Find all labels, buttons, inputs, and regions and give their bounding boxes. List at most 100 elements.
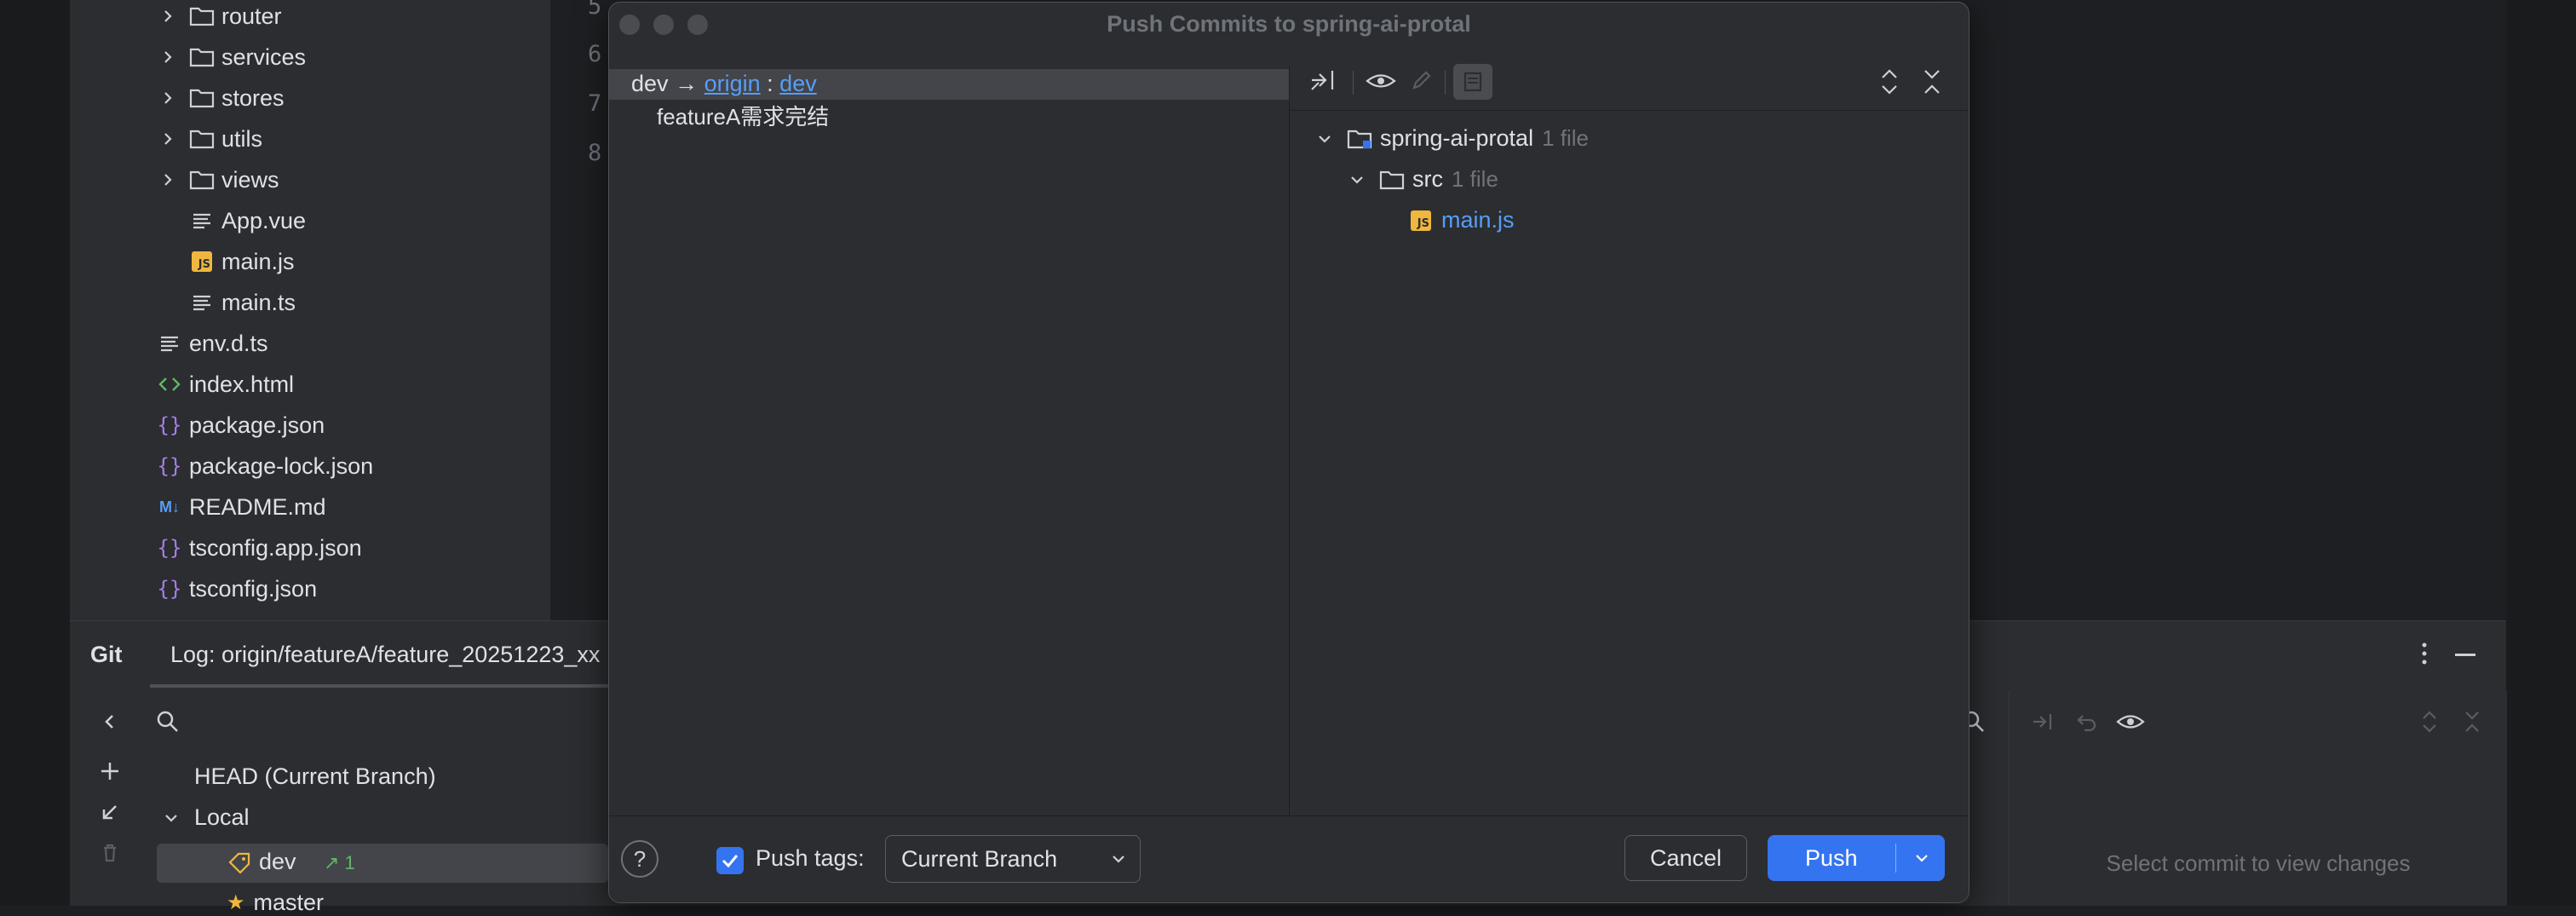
project-tree-item[interactable]: router — [158, 0, 282, 37]
help-button[interactable]: ? — [621, 840, 658, 878]
compare-icon[interactable] — [1308, 66, 1339, 95]
project-tree-item[interactable]: env.d.ts — [157, 323, 268, 364]
tree-item-label: tsconfig.app.json — [189, 534, 362, 561]
chevron-down-icon — [1916, 855, 1928, 862]
remote-link[interactable]: origin — [704, 71, 761, 96]
group-by-icon[interactable] — [1453, 64, 1492, 100]
push-tags-checkbox[interactable] — [716, 847, 744, 874]
project-tree-item[interactable]: {} package.json — [157, 405, 325, 446]
left-tool-strip — [0, 0, 70, 905]
project-tree-item[interactable]: services — [158, 37, 306, 78]
changes-root-node[interactable]: spring-ai-protal 1 file — [1315, 125, 1589, 152]
expand-all-icon[interactable] — [1877, 67, 1901, 96]
project-tree-item[interactable]: index.html — [157, 364, 294, 405]
tree-item-label: README.md — [189, 493, 326, 520]
changes-folder-node[interactable]: src 1 file — [1348, 166, 1498, 193]
project-tree-item[interactable]: {} package-lock.json — [157, 446, 374, 487]
changes-file-node[interactable]: JS main.js — [1411, 207, 1515, 233]
json-file-icon: {} — [157, 536, 182, 560]
push-label: Push — [1805, 844, 1858, 871]
eye-icon[interactable] — [1365, 67, 1397, 95]
commits-pane: dev → origin : dev featureA需求完结 — [609, 66, 1290, 815]
line-number: 5 — [588, 0, 602, 20]
collapse-all-icon[interactable] — [1920, 67, 1944, 96]
project-tree-item[interactable]: stores — [158, 78, 285, 118]
revert-icon[interactable] — [2074, 709, 2100, 735]
project-tree-item[interactable]: {} tsconfig.app.json — [157, 527, 362, 568]
project-tree-item[interactable]: main.ts — [189, 282, 296, 323]
push-options-dropdown[interactable] — [1899, 835, 1945, 881]
tree-item-label: main.ts — [221, 289, 296, 315]
minimize-icon[interactable] — [2455, 654, 2475, 656]
separator — [1445, 71, 1446, 95]
tree-item-label: package-lock.json — [189, 452, 374, 479]
push-target-row[interactable]: dev → origin : dev — [609, 69, 1289, 100]
project-tree-item[interactable]: JS main.js — [189, 241, 295, 282]
checkout-icon[interactable] — [97, 799, 123, 825]
remote-branch-link[interactable]: dev — [779, 71, 817, 96]
branch-search-input[interactable] — [199, 704, 608, 738]
project-tree-item[interactable]: M↓ README.md — [157, 487, 326, 527]
empty-state-text: Select commit to view changes — [2106, 850, 2411, 876]
push-tags-select[interactable]: Current Branch — [885, 835, 1141, 883]
push-button[interactable]: Push — [1768, 835, 1945, 881]
root-label: spring-ai-protal — [1380, 125, 1534, 151]
tag-icon — [227, 850, 252, 876]
git-panel-title: Git — [90, 642, 123, 667]
add-icon[interactable] — [97, 758, 123, 784]
head-branch-item[interactable]: HEAD (Current Branch) — [194, 763, 436, 790]
dialog-footer: ? Push tags: Current Branch Cancel Push — [609, 815, 1969, 902]
project-tree-item[interactable]: App.vue — [189, 200, 306, 241]
tree-item-label: tsconfig.json — [189, 575, 318, 602]
line-number: 8 — [588, 140, 602, 166]
tree-item-label: package.json — [189, 412, 325, 438]
delete-icon[interactable] — [97, 840, 123, 866]
tree-item-label: main.js — [221, 248, 295, 274]
local-branch: dev — [631, 71, 669, 96]
json-file-icon: {} — [157, 413, 182, 437]
chevron-right-icon — [164, 133, 172, 145]
tab-git-log[interactable]: Log: origin/featureA/feature_20251223_xx — [170, 642, 600, 668]
tree-item-label: utils — [221, 125, 263, 152]
chevron-down-icon — [165, 814, 177, 822]
git-branches-tree: HEAD (Current Branch) Local dev ↗ 1 ★ ma… — [155, 690, 608, 915]
text-file-icon — [189, 208, 215, 233]
markdown-file-icon: M↓ — [159, 498, 180, 516]
chevron-right-icon — [164, 51, 172, 63]
changes-pane: spring-ai-protal 1 file src 1 file JS ma… — [1290, 54, 1969, 815]
local-branches-group[interactable]: Local — [162, 804, 250, 831]
json-file-icon: {} — [157, 454, 182, 478]
right-tool-strip — [2506, 0, 2576, 905]
search-icon[interactable] — [155, 709, 181, 735]
expand-all-icon[interactable] — [2418, 709, 2441, 735]
project-tree-item[interactable]: utils — [158, 118, 262, 159]
git-branches-toolbar — [70, 690, 158, 905]
tree-item-label: env.d.ts — [189, 330, 268, 356]
chevron-right-icon — [164, 10, 172, 22]
collapse-all-icon[interactable] — [2461, 709, 2483, 735]
separator: : — [767, 71, 773, 96]
cancel-button[interactable]: Cancel — [1624, 835, 1747, 881]
commit-details-pane: Select commit to view changes — [2009, 690, 2507, 905]
project-tree-item[interactable]: views — [158, 159, 279, 200]
line-number: 7 — [588, 90, 602, 117]
eye-icon[interactable] — [2115, 709, 2146, 735]
root-count: 1 file — [1542, 125, 1589, 151]
commit-item[interactable]: featureA需求完结 — [657, 100, 829, 131]
arrow: → — [675, 71, 699, 96]
folder-icon — [189, 3, 215, 29]
tree-item-label: views — [221, 166, 279, 193]
project-tree-item[interactable]: {} tsconfig.json — [157, 568, 318, 609]
folder-label: src — [1412, 166, 1443, 192]
project-tree-panel: router services stores utils views App.vue JS m… — [70, 0, 550, 620]
tree-item-label: router — [221, 3, 282, 29]
compare-icon[interactable] — [2030, 709, 2059, 735]
more-options-icon[interactable] — [2419, 640, 2429, 667]
branch-row-dev[interactable]: dev ↗ 1 — [157, 844, 608, 883]
checkmark-icon — [722, 855, 739, 868]
branch-row-master[interactable]: ★ master — [227, 890, 324, 916]
edit-icon[interactable] — [1407, 67, 1435, 95]
tree-item-label: services — [221, 43, 307, 70]
collapse-left-icon[interactable] — [97, 709, 123, 735]
folder-count: 1 file — [1452, 166, 1498, 192]
